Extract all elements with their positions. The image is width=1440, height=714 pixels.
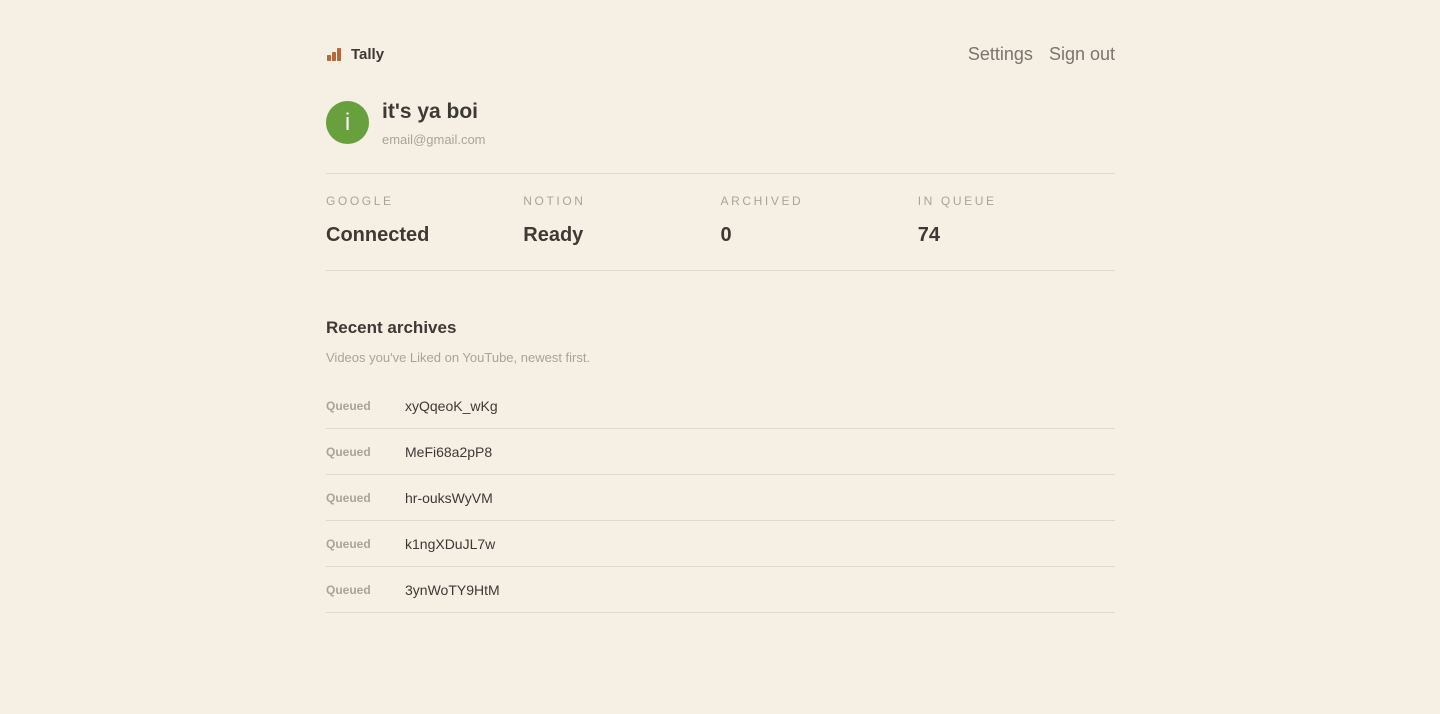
stats-row: GOOGLE Connected NOTION Ready ARCHIVED 0… [326, 194, 1115, 247]
list-item[interactable]: Queued k1ngXDuJL7w [326, 521, 1115, 567]
list-item[interactable]: Queued MeFi68a2pP8 [326, 429, 1115, 475]
status-badge: Queued [326, 490, 371, 505]
section-title: Recent archives [326, 318, 457, 337]
stat-archived: ARCHIVED 0 [721, 194, 918, 247]
recent-archives-header: Recent archives Videos you've Liked on Y… [326, 318, 1115, 365]
settings-link[interactable]: Settings [968, 44, 1033, 65]
section-subtitle: Videos you've Liked on YouTube, newest f… [326, 350, 591, 365]
stat-label: IN QUEUE [917, 194, 997, 208]
video-id: xyQqeoK_wKg [405, 397, 498, 414]
video-id: hr-ouksWyVM [405, 489, 493, 506]
status-badge: Queued [326, 398, 371, 413]
archive-list: Queued xyQqeoK_wKg Queued MeFi68a2pP8 Qu… [326, 383, 1115, 613]
app-name: Tally [351, 45, 385, 63]
video-id: MeFi68a2pP8 [405, 443, 493, 460]
stat-value: 74 [917, 224, 940, 246]
stat-value: 0 [720, 224, 732, 246]
video-id: 3ynWoTY9HtM [405, 581, 500, 598]
stat-value: Connected [326, 224, 430, 246]
list-item[interactable]: Queued hr-ouksWyVM [326, 475, 1115, 521]
video-id: k1ngXDuJL7w [405, 535, 496, 552]
stat-in-queue: IN QUEUE 74 [918, 194, 1115, 247]
user-profile: i it's ya boi email@gmail.com [326, 101, 486, 147]
stat-label: ARCHIVED [720, 194, 804, 208]
user-email: email@gmail.com [382, 132, 486, 147]
user-name: it's ya boi [382, 100, 479, 123]
list-item[interactable]: Queued xyQqeoK_wKg [326, 383, 1115, 429]
stat-label: NOTION [523, 194, 586, 208]
stat-value: Ready [523, 224, 584, 246]
header: Tally Settings Sign out [326, 36, 1115, 72]
status-badge: Queued [326, 536, 371, 551]
avatar: i [326, 101, 369, 144]
stat-notion: NOTION Ready [523, 194, 720, 247]
bar-chart-icon [327, 48, 341, 61]
sign-out-link[interactable]: Sign out [1049, 44, 1115, 65]
divider-top [326, 173, 1115, 174]
profile-text: it's ya boi email@gmail.com [382, 100, 486, 148]
stat-google: GOOGLE Connected [326, 194, 523, 247]
top-nav: Settings Sign out [968, 44, 1115, 65]
list-item[interactable]: Queued 3ynWoTY9HtM [326, 567, 1115, 613]
brand[interactable]: Tally [326, 46, 384, 63]
stat-label: GOOGLE [326, 194, 394, 208]
status-badge: Queued [326, 582, 371, 597]
status-badge: Queued [326, 444, 371, 459]
divider-bottom [326, 270, 1115, 271]
